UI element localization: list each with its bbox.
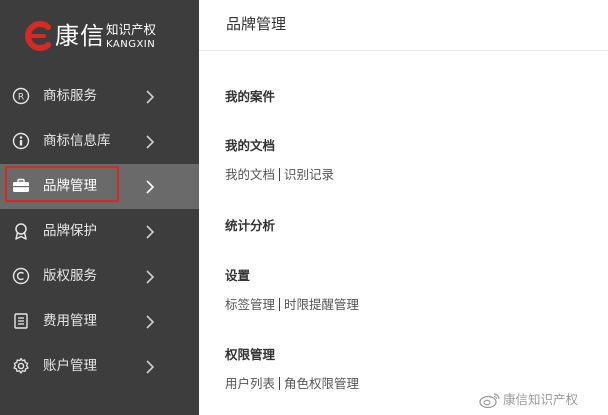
- section-links-permissions: 用户列表 角色权限管理: [225, 376, 359, 392]
- sidebar-item-trademark-service[interactable]: R 商标服务: [0, 74, 199, 119]
- chevron-right-icon: [146, 180, 155, 194]
- page-title: 品牌管理: [226, 15, 287, 33]
- sidebar-item-label: 品牌保护: [43, 223, 97, 239]
- sidebar-item-copyright-service[interactable]: 版权服务: [0, 254, 199, 299]
- section-links-my-documents: 我的文档 识别记录: [225, 167, 334, 183]
- sidebar-item-brand-protection[interactable]: 品牌保护: [0, 209, 199, 254]
- sidebar-item-brand-management[interactable]: 品牌管理: [0, 164, 199, 209]
- watermark-text: 康信知识产权: [503, 392, 579, 407]
- sidebar-menu: R 商标服务 商标信息库 品牌管理 品牌保护 版权服务 费用管理 账户管理: [0, 74, 199, 389]
- sidebar-item-label: 商标服务: [43, 88, 97, 104]
- section-heading-my-cases[interactable]: 我的案件: [225, 89, 275, 105]
- section-heading-permissions: 权限管理: [225, 347, 276, 362]
- svg-text:R: R: [18, 93, 24, 103]
- copyright-icon: [12, 267, 30, 285]
- link-recognition-records[interactable]: 识别记录: [284, 167, 334, 182]
- sidebar-item-label: 品牌管理: [43, 178, 97, 194]
- section-heading-settings: 设置: [225, 268, 251, 283]
- sidebar-item-label: 账户管理: [43, 358, 97, 374]
- sidebar-item-fee-management[interactable]: 费用管理: [0, 299, 199, 344]
- brand-logo[interactable]: 康信 知识产权 KANGXIN: [22, 19, 172, 53]
- database-icon: [12, 132, 30, 150]
- chevron-right-icon: [146, 360, 155, 374]
- section-heading-statistics[interactable]: 统计分析: [225, 218, 275, 234]
- chevron-right-icon: [146, 135, 155, 149]
- kangxin-logo-icon: [25, 21, 51, 51]
- watermark: 康信知识产权: [479, 390, 605, 410]
- sidebar-item-trademark-database[interactable]: 商标信息库: [0, 119, 199, 164]
- chevron-right-icon: [146, 90, 155, 104]
- registered-icon: R: [12, 87, 30, 105]
- link-separator: [279, 298, 281, 311]
- weibo-icon: [479, 393, 500, 408]
- award-icon: [15, 223, 27, 240]
- sidebar: 康信 知识产权 KANGXIN R 商标服务 商标信息库 品牌管理 品牌保护 版…: [0, 0, 199, 415]
- document-icon: [14, 313, 28, 329]
- section-links-settings: 标签管理 时限提醒管理: [225, 297, 359, 313]
- sidebar-item-account-management[interactable]: 账户管理: [0, 344, 199, 389]
- brand-english: KANGXIN: [106, 39, 156, 50]
- chevron-right-icon: [146, 270, 155, 284]
- link-role-permission-management[interactable]: 角色权限管理: [284, 376, 359, 391]
- sidebar-item-label: 商标信息库: [43, 133, 111, 149]
- brand-subtitle: 知识产权: [106, 22, 157, 37]
- brand-name: 康信: [55, 22, 105, 50]
- link-separator: [279, 168, 281, 181]
- main-panel: 品牌管理 我的案件 我的文档 我的文档 识别记录 统计分析 设置 标签管理 时限提醒…: [199, 0, 608, 415]
- sidebar-item-label: 版权服务: [43, 268, 97, 284]
- briefcase-icon: [13, 178, 29, 192]
- link-separator: [279, 377, 281, 390]
- chevron-right-icon: [146, 315, 155, 329]
- chevron-right-icon: [146, 225, 155, 239]
- link-my-documents[interactable]: 我的文档: [225, 167, 275, 182]
- sidebar-item-label: 费用管理: [43, 313, 97, 329]
- gear-icon: [13, 357, 29, 374]
- link-user-list[interactable]: 用户列表: [225, 376, 275, 391]
- section-heading-my-documents: 我的文档: [225, 138, 276, 153]
- link-deadline-reminder-management[interactable]: 时限提醒管理: [284, 297, 359, 312]
- title-divider: [199, 50, 608, 51]
- link-tag-management[interactable]: 标签管理: [225, 297, 275, 312]
